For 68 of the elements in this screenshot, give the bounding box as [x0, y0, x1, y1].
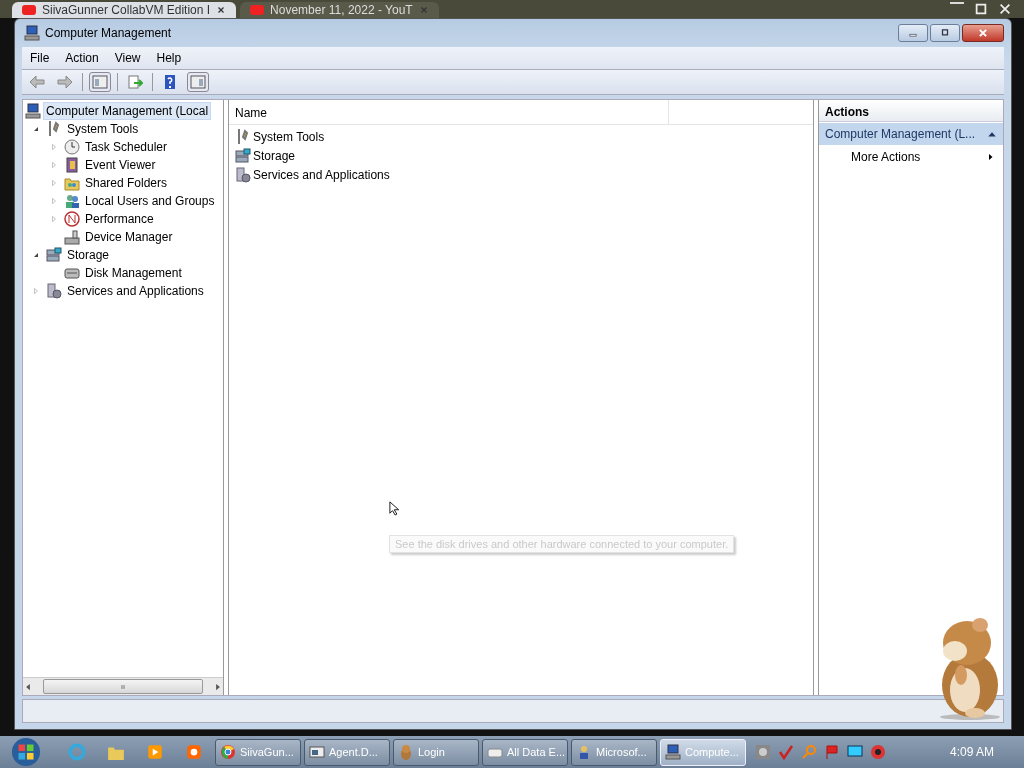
windows-logo-icon [11, 737, 41, 767]
tools-icon [46, 121, 62, 137]
window-title: Computer Management [45, 26, 172, 40]
export-list-icon [127, 74, 143, 90]
list-item[interactable]: System Tools [253, 129, 325, 144]
media-player-icon[interactable] [146, 743, 164, 761]
close-icon [977, 28, 989, 38]
monitor-icon[interactable] [847, 744, 863, 760]
clock-icon [64, 139, 80, 155]
globe-icon [220, 744, 236, 760]
list-item[interactable]: Storage [253, 148, 296, 163]
users-icon [64, 193, 80, 209]
menu-item[interactable]: Action [57, 51, 107, 65]
menu-item[interactable]: Help [148, 51, 190, 65]
close-button[interactable] [962, 24, 1004, 42]
computer-icon [24, 25, 40, 41]
menu-item[interactable]: File [22, 51, 58, 65]
minimize-icon [950, 2, 964, 4]
services-icon [235, 166, 251, 183]
close-icon [216, 5, 227, 15]
show-tree-icon [92, 74, 108, 90]
check-icon[interactable] [778, 744, 794, 760]
action-link[interactable]: More Actions [819, 145, 1003, 169]
show-tree-button[interactable] [89, 72, 111, 92]
browser-tab[interactable]: SiivaGunner CollabVM Edition I [12, 2, 237, 18]
list-item[interactable]: Services and Applications [253, 167, 390, 182]
computer-icon [25, 103, 41, 119]
restore-icon [974, 2, 988, 16]
maximize-icon [939, 28, 951, 38]
close-icon [418, 5, 429, 15]
close-icon [998, 2, 1012, 16]
show-actions-icon [190, 74, 206, 90]
storage-icon [46, 247, 62, 263]
tree-item[interactable]: Storage [65, 247, 112, 263]
services-icon [46, 283, 62, 299]
menu-item[interactable]: View [106, 51, 149, 65]
maximize-button[interactable] [930, 24, 960, 42]
device-icon [64, 229, 80, 245]
video-icon [22, 5, 36, 15]
video-icon [250, 5, 265, 15]
tree-item[interactable]: Device Manager [83, 229, 175, 245]
tree-item[interactable]: Disk Management [83, 265, 184, 281]
tree-item[interactable]: Shared Folders [83, 175, 170, 191]
submenu-arrow-icon [987, 152, 995, 162]
storage-icon [235, 147, 251, 164]
pane-title: Actions [819, 100, 1003, 122]
log-icon [64, 157, 80, 173]
show-actions-button[interactable] [187, 72, 209, 92]
minimize-button[interactable] [898, 24, 928, 42]
tree-item[interactable]: Services and Applications [65, 283, 206, 299]
tree-item[interactable]: Event Viewer [83, 157, 158, 173]
tree-item[interactable]: Computer Management (Local [44, 103, 211, 119]
horizontal-scrollbar[interactable] [23, 677, 223, 695]
section-header[interactable]: Computer Management (L... [819, 123, 1003, 145]
column-header[interactable]: Name [229, 100, 669, 124]
back-icon [29, 74, 45, 90]
folder-icon [64, 175, 80, 191]
browser-tab[interactable]: November 11, 2022 - YouT [240, 2, 439, 18]
tree-item[interactable]: Task Scheduler [83, 139, 170, 155]
tools-icon [235, 128, 251, 145]
tree-item[interactable]: Local Users and Groups [83, 193, 217, 209]
tree-item[interactable]: Performance [83, 211, 156, 227]
tree-item[interactable]: System Tools [65, 121, 141, 137]
window-icon [309, 744, 325, 760]
flag-icon[interactable] [824, 744, 840, 760]
forward-icon [57, 74, 73, 90]
computer-icon [665, 744, 681, 760]
help-icon [162, 74, 178, 90]
